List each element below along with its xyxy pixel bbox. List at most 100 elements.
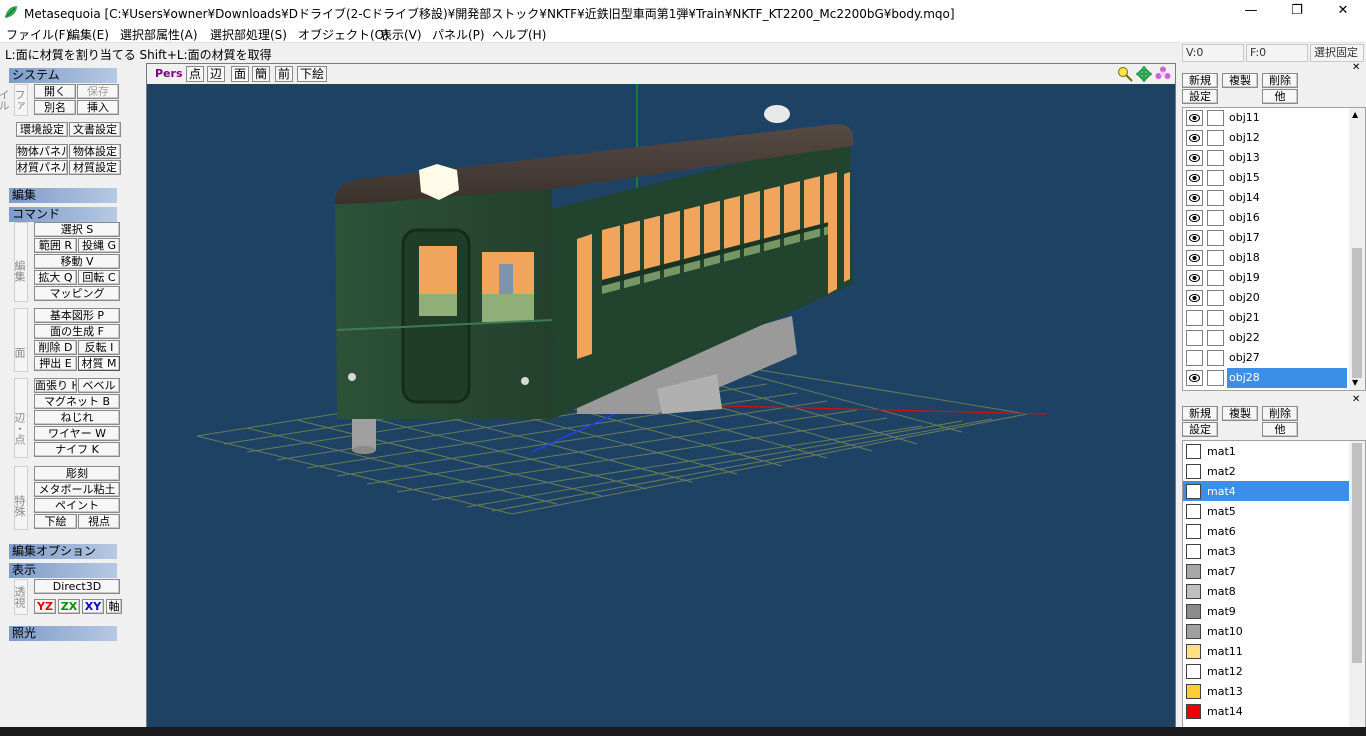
mapping-tool-button[interactable]: マッピング: [34, 286, 120, 301]
object-row[interactable]: obj17: [1183, 228, 1349, 248]
insert-button[interactable]: 挿入: [77, 100, 119, 115]
view-xy-button[interactable]: XY: [82, 599, 104, 614]
front-button[interactable]: 前: [275, 66, 293, 82]
lock-toggle[interactable]: [1207, 350, 1224, 366]
delete-tool-button[interactable]: 削除 D: [34, 340, 77, 355]
menu-selection-attr[interactable]: 選択部属性(A): [120, 26, 198, 43]
material-row[interactable]: mat10: [1183, 621, 1349, 641]
material-row[interactable]: mat9: [1183, 601, 1349, 621]
object-scrollbar[interactable]: ▲ ▼: [1349, 108, 1365, 390]
direct3d-button[interactable]: Direct3D: [34, 579, 120, 594]
mat-scroll-thumb[interactable]: [1352, 443, 1362, 663]
menu-object[interactable]: オブジェクト(O): [298, 26, 389, 43]
lock-toggle[interactable]: [1207, 170, 1224, 186]
object-panel-button[interactable]: 物体パネル: [16, 144, 68, 159]
view-yz-button[interactable]: YZ: [34, 599, 56, 614]
lock-toggle[interactable]: [1207, 190, 1224, 206]
face-mode-button[interactable]: 面: [231, 66, 249, 82]
object-row[interactable]: obj12: [1183, 128, 1349, 148]
object-row[interactable]: obj20: [1183, 288, 1349, 308]
lasso-tool-button[interactable]: 投縄 G: [78, 238, 120, 253]
material-row[interactable]: mat14: [1183, 701, 1349, 721]
object-row[interactable]: obj14: [1183, 188, 1349, 208]
underlay-view-button[interactable]: 下絵: [297, 66, 327, 82]
object-row[interactable]: obj16: [1183, 208, 1349, 228]
viewport-canvas[interactable]: [147, 84, 1175, 727]
eye-visible-icon[interactable]: [1186, 190, 1203, 206]
mat-delete-button[interactable]: 削除: [1262, 406, 1298, 421]
object-row[interactable]: obj18: [1183, 248, 1349, 268]
face-gen-tool-button[interactable]: 面の生成 F: [34, 324, 120, 339]
doc-settings-button[interactable]: 文書設定: [69, 122, 121, 137]
scroll-down-icon[interactable]: ▼: [1352, 378, 1358, 387]
lock-toggle[interactable]: [1207, 110, 1224, 126]
material-row[interactable]: mat11: [1183, 641, 1349, 661]
maximize-button[interactable]: ❐: [1274, 0, 1320, 24]
material-row[interactable]: mat13: [1183, 681, 1349, 701]
material-row[interactable]: mat4: [1183, 481, 1349, 501]
menu-edit[interactable]: 編集(E): [68, 26, 109, 43]
minimize-button[interactable]: —: [1228, 0, 1274, 24]
object-row[interactable]: obj15: [1183, 168, 1349, 188]
section-display[interactable]: 表示: [9, 563, 129, 578]
save-button[interactable]: 保存: [77, 84, 119, 99]
mat-settings-button[interactable]: 設定: [1182, 422, 1218, 437]
paint-tool-button[interactable]: ペイント: [34, 498, 120, 513]
knife-tool-button[interactable]: ナイフ K: [34, 442, 120, 457]
lock-toggle[interactable]: [1207, 250, 1224, 266]
edge-mode-button[interactable]: 辺: [207, 66, 225, 82]
viewpoint-tool-button[interactable]: 視点: [78, 514, 120, 529]
point-mode-button[interactable]: 点: [186, 66, 204, 82]
env-settings-button[interactable]: 環境設定: [16, 122, 68, 137]
simple-mode-button[interactable]: 簡: [252, 66, 270, 82]
lock-toggle[interactable]: [1207, 230, 1224, 246]
lock-toggle[interactable]: [1207, 310, 1224, 326]
perspective-label[interactable]: Pers: [155, 67, 183, 80]
object-row[interactable]: obj11: [1183, 108, 1349, 128]
obj-copy-button[interactable]: 複製: [1222, 73, 1258, 88]
magnet-tool-button[interactable]: マグネット B: [34, 394, 120, 409]
object-settings-button[interactable]: 物体設定: [69, 144, 121, 159]
obj-panel-close-icon[interactable]: ✕: [1352, 63, 1364, 75]
obj-delete-button[interactable]: 削除: [1262, 73, 1298, 88]
material-scrollbar[interactable]: [1349, 441, 1365, 735]
mat-new-button[interactable]: 新規: [1182, 406, 1218, 421]
menu-file[interactable]: ファイル(F): [6, 26, 70, 43]
material-panel-button[interactable]: 材質パネル: [16, 160, 68, 175]
eye-hidden-icon[interactable]: [1186, 310, 1203, 326]
section-command[interactable]: コマンド: [9, 207, 129, 222]
3d-viewport[interactable]: Pers 点 辺 面 簡 前 下絵: [146, 63, 1176, 727]
object-row[interactable]: obj13: [1183, 148, 1349, 168]
material-row[interactable]: mat1: [1183, 441, 1349, 461]
material-tool-button[interactable]: 材質 M: [78, 356, 120, 371]
mat-panel-close-icon[interactable]: ✕: [1352, 395, 1364, 407]
scroll-up-icon[interactable]: ▲: [1352, 110, 1358, 119]
twist-tool-button[interactable]: ねじれ: [34, 410, 120, 425]
extrude-tool-button[interactable]: 押出 E: [34, 356, 77, 371]
section-lighting[interactable]: 照光: [9, 626, 129, 641]
menu-panel[interactable]: パネル(P): [432, 26, 485, 43]
obj-other-button[interactable]: 他: [1262, 89, 1298, 104]
primitive-tool-button[interactable]: 基本図形 P: [34, 308, 120, 323]
move-tool-button[interactable]: 移動 V: [34, 254, 120, 269]
eye-visible-icon[interactable]: [1186, 270, 1203, 286]
metaball-tool-button[interactable]: メタボール粘土: [34, 482, 120, 497]
rotate-view-icon[interactable]: [1155, 66, 1171, 82]
obj-new-button[interactable]: 新規: [1182, 73, 1218, 88]
object-row[interactable]: obj21: [1183, 308, 1349, 328]
material-row[interactable]: mat7: [1183, 561, 1349, 581]
lock-toggle[interactable]: [1207, 130, 1224, 146]
object-row[interactable]: obj27: [1183, 348, 1349, 368]
open-button[interactable]: 開く: [34, 84, 76, 99]
material-settings-button[interactable]: 材質設定: [69, 160, 121, 175]
lock-toggle[interactable]: [1207, 290, 1224, 306]
pan-icon[interactable]: [1136, 66, 1152, 82]
lock-toggle[interactable]: [1207, 370, 1224, 386]
underlay-tool-button[interactable]: 下絵: [34, 514, 77, 529]
eye-hidden-icon[interactable]: [1186, 330, 1203, 346]
scroll-thumb[interactable]: [1352, 248, 1362, 378]
object-row[interactable]: obj22: [1183, 328, 1349, 348]
close-button[interactable]: ✕: [1320, 0, 1366, 24]
fix-selection-button[interactable]: 選択固定: [1310, 44, 1364, 62]
object-row[interactable]: obj28: [1183, 368, 1349, 388]
